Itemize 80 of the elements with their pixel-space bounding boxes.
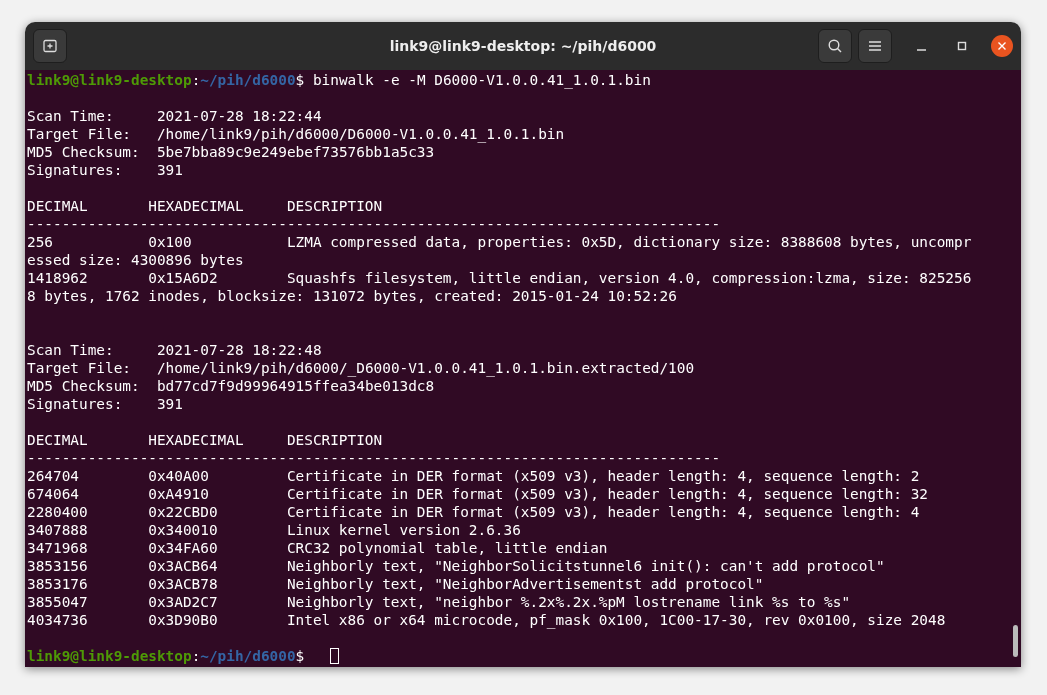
field-value: 2021-07-28 18:22:48	[156, 342, 322, 358]
field-label: Signatures:	[27, 161, 124, 179]
decimal-cell-text: 3853176	[27, 575, 89, 593]
hex-cell-text: 0x15A6D2	[148, 269, 219, 287]
decimal-cell-text: 3855047	[27, 593, 89, 611]
field-label: Target File:	[27, 359, 132, 377]
hex-cell-text: 0x22CBD0	[148, 503, 219, 521]
prompt-user-host: link9@link9-desktop	[27, 72, 192, 88]
search-button[interactable]	[818, 29, 852, 63]
hex-cell-text: 0x3ACB78	[148, 575, 219, 593]
description-cell: Neighborly text, "NeighborAdvertisementst add protocol"	[286, 576, 764, 592]
prompt-path: ~/pih/d6000	[200, 648, 296, 664]
hex-cell-text: 0x100	[148, 233, 193, 251]
window-title: link9@link9-desktop: ~/pih/d6000	[388, 38, 658, 54]
hex-cell-text: 0x340010	[148, 521, 219, 539]
output-text: --------------------------------------------------------------------------------	[27, 450, 721, 466]
field-label: MD5 Checksum:	[27, 143, 141, 161]
decimal-cell-text: 1418962	[27, 269, 89, 287]
prompt-path: ~/pih/d6000	[200, 72, 296, 88]
prompt-separator: :	[191, 72, 201, 88]
description-cell: DESCRIPTION	[286, 198, 383, 214]
description-cell: Certificate in DER format (x509 v3), header length: 4, sequence length: 2	[286, 468, 920, 484]
close-icon	[997, 41, 1007, 51]
decimal-cell-text: 3853156	[27, 557, 89, 575]
command-text: binwalk -e -M D6000-V1.0.0.41_1.0.1.bin	[312, 72, 651, 88]
output-text: essed size: 4300896 bytes	[27, 252, 244, 268]
prompt-separator: :	[191, 648, 201, 664]
description-cell: Squashfs filesystem, little endian, version 4.0, compression:lzma, size: 825256	[286, 270, 972, 286]
menu-button[interactable]	[858, 29, 892, 63]
decimal-cell-text: 4034736	[27, 611, 89, 629]
hex-cell-text: 0x34FA60	[148, 539, 219, 557]
description-cell: Neighborly text, "neighbor %.2x%.2x.%pM lostrename link %s to %s"	[286, 594, 851, 610]
new-tab-icon	[42, 38, 58, 54]
hex-cell-text: 0x3AD2C7	[148, 593, 219, 611]
output-text: --------------------------------------------------------------------------------	[27, 216, 721, 232]
search-icon	[827, 38, 843, 54]
description-cell: Intel x86 or x64 microcode, pf_mask 0x100, 1C00-17-30, rev 0x0100, size 2048	[286, 612, 946, 628]
decimal-cell-text: 264704	[27, 467, 80, 485]
decimal-cell-text: 674064	[27, 485, 80, 503]
field-value: 5be7bba89c9e249ebef73576bb1a5c33	[156, 144, 435, 160]
prompt-user-host: link9@link9-desktop	[27, 648, 192, 664]
field-label: Signatures:	[27, 395, 124, 413]
field-value: bd77cd7f9d99964915ffea34be013dc8	[156, 378, 435, 394]
menu-icon	[868, 40, 882, 52]
scrollbar-thumb[interactable]	[1013, 625, 1018, 657]
field-value: 391	[156, 396, 183, 412]
field-label: Target File:	[27, 125, 132, 143]
description-cell: Neighborly text, "NeighborSolicitstunnel6 init(): can't add protocol"	[286, 558, 885, 574]
close-button[interactable]	[991, 35, 1013, 57]
field-value: /home/link9/pih/d6000/D6000-V1.0.0.41_1.0.1.bin	[156, 126, 565, 142]
decimal-cell-text: 3407888	[27, 521, 89, 539]
field-value: 391	[156, 162, 183, 178]
hex-cell-text: 0x3ACB64	[148, 557, 219, 575]
decimal-cell-text: DECIMAL	[27, 431, 89, 449]
description-cell: Certificate in DER format (x509 v3), header length: 4, sequence length: 32	[286, 486, 929, 502]
prompt-symbol: $	[295, 72, 305, 88]
hex-cell-text: 0xA4910	[148, 485, 210, 503]
field-label: Scan Time:	[27, 341, 115, 359]
description-cell: CRC32 polynomial table, little endian	[286, 540, 608, 556]
prompt-symbol: $	[295, 648, 305, 664]
decimal-cell-text: 2280400	[27, 503, 89, 521]
hex-cell-text: 0x40A00	[148, 467, 210, 485]
hex-cell-text: HEXADECIMAL	[148, 197, 245, 215]
minimize-icon	[916, 49, 926, 51]
description-cell: DESCRIPTION	[286, 432, 383, 448]
description-cell: Certificate in DER format (x509 v3), header length: 4, sequence length: 4	[286, 504, 920, 520]
new-tab-button[interactable]	[33, 29, 67, 63]
field-value: 2021-07-28 18:22:44	[156, 108, 322, 124]
field-label: MD5 Checksum:	[27, 377, 141, 395]
description-cell: LZMA compressed data, properties: 0x5D, dictionary size: 8388608 bytes, uncompr	[286, 234, 972, 250]
output-text: 8 bytes, 1762 inodes, blocksize: 131072 bytes, created: 2015-01-24 10:52:26	[27, 288, 677, 304]
decimal-cell-text: DECIMAL	[27, 197, 89, 215]
maximize-icon	[956, 40, 968, 52]
field-label: Scan Time:	[27, 107, 115, 125]
decimal-cell-text: 3471968	[27, 539, 89, 557]
decimal-cell-text: 256	[27, 233, 54, 251]
description-cell: Linux kernel version 2.6.36	[286, 522, 521, 538]
field-value: /home/link9/pih/d6000/_D6000-V1.0.0.41_1.0.1.bin.extracted/100	[156, 360, 695, 376]
hex-cell-text: HEXADECIMAL	[148, 431, 245, 449]
hex-cell-text: 0x3D90B0	[148, 611, 219, 629]
